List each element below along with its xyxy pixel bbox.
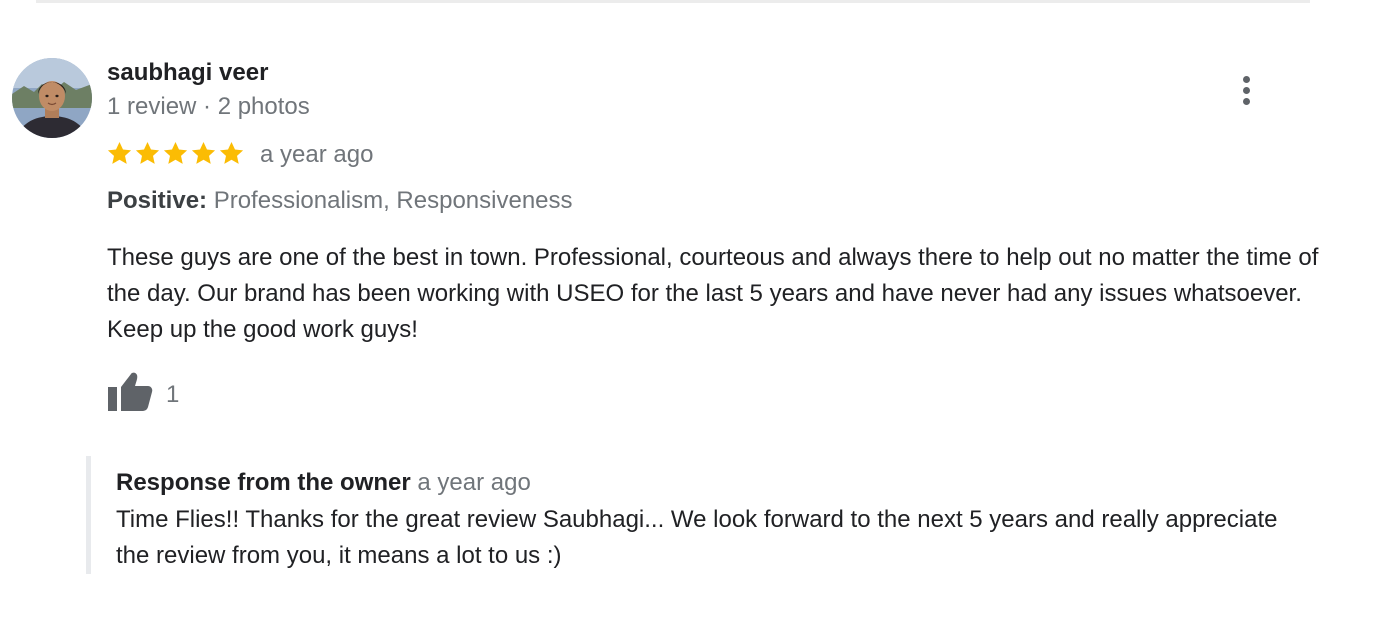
thumbs-up-icon: [108, 372, 153, 411]
star-rating: [106, 140, 245, 167]
owner-response-text: Time Flies!! Thanks for the great review…: [116, 506, 1278, 569]
reviewer-meta: 1 review · 2 photos: [107, 93, 310, 120]
more-vert-icon: [1242, 74, 1250, 107]
review-text: These guys are one of the best in town. …: [107, 244, 1319, 343]
avatar-photo: [12, 58, 92, 138]
star-icon: [162, 140, 189, 167]
top-divider: [36, 0, 1310, 3]
review-date: a year ago: [260, 141, 374, 168]
response-border: [86, 456, 91, 574]
owner-response-date: a year ago: [417, 469, 531, 496]
attributes-label: Positive:: [107, 187, 208, 214]
like-count: 1: [166, 381, 180, 408]
reviewer-name[interactable]: saubhagi veer: [107, 59, 268, 87]
review-attributes: Positive: Professionalism, Responsivenes…: [107, 187, 573, 215]
like-button[interactable]: [106, 370, 156, 412]
star-icon: [134, 140, 161, 167]
attributes-values: Professionalism, Responsiveness: [213, 187, 573, 214]
owner-response-title: Response from the owner: [116, 469, 411, 496]
star-icon: [190, 140, 217, 167]
reviewer-avatar[interactable]: [12, 58, 92, 138]
more-options-button[interactable]: [1230, 72, 1262, 108]
star-icon: [218, 140, 245, 167]
owner-response-header: Response from the owner a year ago: [116, 469, 531, 497]
star-icon: [106, 140, 133, 167]
